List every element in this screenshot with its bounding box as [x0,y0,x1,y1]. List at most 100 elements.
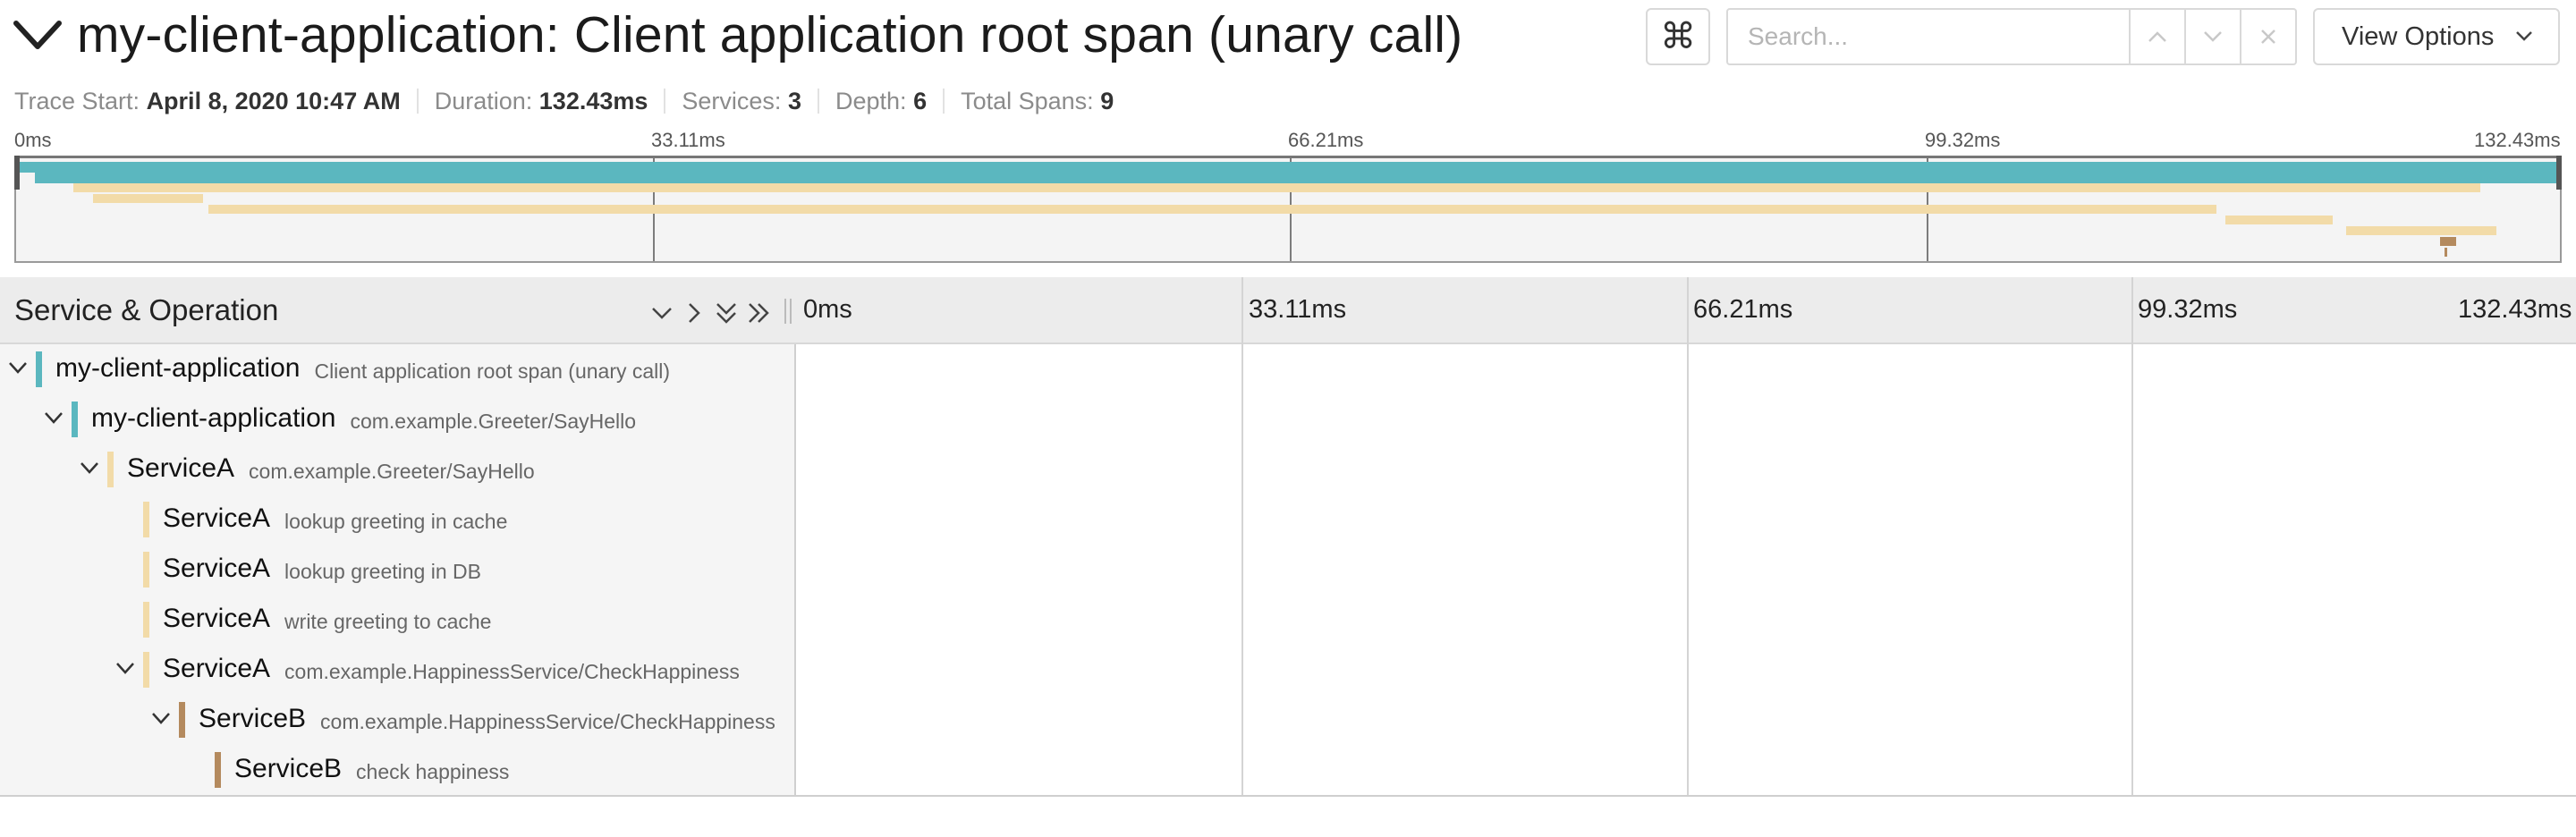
view-options-label: View Options [2342,21,2495,51]
search-input[interactable] [1726,8,2131,65]
service-color-marker [179,702,185,738]
span-row[interactable]: ServiceA lookup greeting in DB [0,545,2576,595]
minimap-span-bar [73,183,2480,192]
next-result-button[interactable] [2186,8,2241,65]
timeline-tick-label: 66.21ms [1693,295,1793,324]
service-name: ServiceA [163,503,271,533]
collapse-all-icon[interactable] [714,300,739,326]
span-name-cell[interactable]: ServiceA lookup greeting in cache [0,495,796,545]
operation-name: com.example.Greeter/SayHello [249,460,535,483]
service-color-marker [72,402,78,437]
chevron-down-icon[interactable] [7,357,29,378]
timeline-gridline [1241,277,1243,796]
expand-all-icon[interactable] [746,300,771,326]
chevron-down-icon [2204,31,2222,42]
span-name-cell[interactable]: ServiceA com.example.HappinessService/Che… [0,645,796,695]
service-name: ServiceB [199,704,307,733]
chevron-down-icon[interactable] [13,16,63,55]
chevron-down-icon[interactable] [150,707,172,729]
span-row[interactable]: my-client-application com.example.Greeter… [0,394,2576,444]
divider [817,89,819,114]
span-name-cell[interactable]: ServiceA lookup greeting in DB [0,545,796,595]
span-name-cell[interactable]: ServiceB check happiness [0,745,796,795]
chevron-up-icon [2148,31,2166,42]
duration-stat: Duration: 132.43ms [434,87,648,114]
minimap-span-bar [2440,237,2456,246]
close-icon [2261,30,2275,44]
divider [416,89,419,114]
collapse-one-icon[interactable] [649,300,674,326]
service-color-marker [107,452,114,487]
service-color-marker [36,351,42,387]
minimap-span-bar [35,173,2559,183]
span-row[interactable]: ServiceA com.example.HappinessService/Che… [0,645,2576,695]
service-color-marker [143,552,149,588]
divider [664,89,666,114]
span-name-cell[interactable]: ServiceA write greeting to cache [0,595,796,645]
chevron-down-icon[interactable] [43,407,64,428]
divider [943,89,945,114]
operation-name: com.example.HappinessService/CheckHappin… [284,660,740,683]
service-color-marker [143,602,149,638]
trace-header: my-client-application: Client applicatio… [0,0,2576,80]
service-name: ServiceA [127,453,235,483]
span-name-cell[interactable]: ServiceB com.example.HappinessService/Che… [0,695,796,745]
timeline-tick-label: 132.43ms [2458,295,2572,324]
span-name-cell[interactable]: ServiceA com.example.Greeter/SayHello [0,444,796,495]
minimap-span-bar [2346,226,2496,235]
trace-stats: Trace Start: April 8, 2020 10:47 AM Dura… [14,85,1114,117]
minimap-tick-label: 132.43ms [2474,129,2561,151]
minimap-ticks: 0ms 33.11ms 66.21ms 99.32ms 132.43ms [0,129,2576,156]
timeline-gridline [1687,277,1689,796]
span-name-cell[interactable]: my-client-application com.example.Greeter… [0,394,796,444]
span-row[interactable]: ServiceA com.example.Greeter/SayHello [0,444,2576,495]
minimap-span-bar [16,162,2560,173]
trace-minimap[interactable] [14,156,2562,263]
minimap-left-handle[interactable] [14,156,20,190]
timeline-gridline [2131,277,2133,796]
divider [794,344,796,796]
timeline-tick-label: 0ms [803,295,852,324]
chevron-down-icon[interactable] [79,457,100,478]
service-name: ServiceA [163,654,271,683]
service-name: ServiceB [234,754,343,783]
service-color-marker [143,502,149,537]
span-row[interactable]: ServiceA write greeting to cache [0,595,2576,645]
operation-name: com.example.Greeter/SayHello [350,410,637,433]
span-name-cell[interactable]: my-client-application Client application … [0,344,796,394]
timeline-header: Service & Operation 0ms 33.11ms 66.21ms … [0,277,2576,344]
total-spans-stat: Total Spans: 9 [961,87,1114,114]
service-name: my-client-application [55,353,301,383]
timeline-tick-label: 99.32ms [2138,295,2238,324]
minimap-span-bar [93,194,203,203]
service-name: my-client-application [91,403,336,433]
minimap-span-bar [2445,248,2447,257]
minimap-right-handle[interactable] [2556,156,2562,190]
operation-name: write greeting to cache [284,610,492,633]
clear-search-button[interactable] [2241,8,2297,65]
view-options-dropdown[interactable]: View Options [2313,8,2560,65]
operation-name: lookup greeting in cache [284,510,508,533]
minimap-tick-label: 0ms [14,129,52,151]
keyboard-shortcuts-button[interactable]: ⌘ [1646,8,1710,65]
command-key-icon: ⌘ [1660,17,1696,56]
span-row[interactable]: ServiceA lookup greeting in cache [0,495,2576,545]
operation-name: lookup greeting in DB [284,560,481,583]
operation-name: com.example.HappinessService/CheckHappin… [320,710,775,733]
service-name: ServiceA [163,554,271,583]
expand-one-icon[interactable] [682,300,707,326]
prev-result-button[interactable] [2131,8,2186,65]
minimap-tick-label: 66.21ms [1288,129,1364,151]
span-row[interactable]: ServiceB com.example.HappinessService/Che… [0,695,2576,745]
trace-title: my-client-application: Client applicatio… [77,6,1463,63]
service-color-marker [143,652,149,688]
span-row[interactable]: ServiceB check happiness [0,745,2576,795]
depth-stat: Depth: 6 [835,87,928,114]
chevron-down-icon[interactable] [114,657,136,679]
span-row[interactable]: my-client-application Client application … [0,344,2576,394]
chevron-down-icon [2516,31,2532,41]
operation-name: check happiness [356,760,510,783]
services-stat: Services: 3 [682,87,801,114]
column-resize-handle[interactable] [784,299,792,324]
timeline-tick-label: 33.11ms [1249,295,1347,324]
